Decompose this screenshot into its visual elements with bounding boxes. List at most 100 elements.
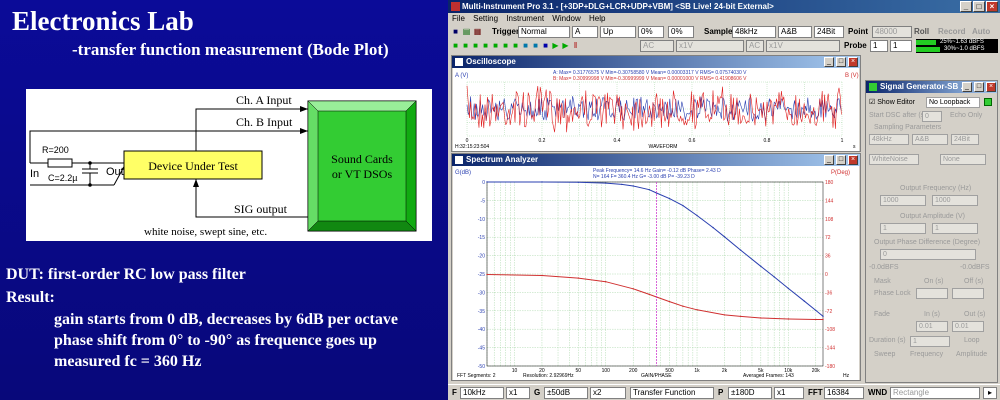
maximize-icon[interactable]: □ <box>973 1 985 12</box>
spec-maximize-icon[interactable]: □ <box>836 155 846 165</box>
mask-on-input[interactable] <box>916 288 948 299</box>
frequency-b-input[interactable]: 1000 <box>932 195 978 206</box>
auto-checkbox[interactable]: Auto <box>972 27 990 37</box>
coupling-b-select[interactable]: AC <box>746 40 764 52</box>
range-b-select[interactable]: x1V <box>766 40 840 52</box>
phase-range-select[interactable]: ±180D <box>728 387 772 399</box>
gen-maximize-icon[interactable]: □ <box>974 82 984 92</box>
trigger-level-input[interactable]: 0% <box>638 26 664 38</box>
settings-icon[interactable]: ▸ <box>983 387 997 399</box>
amplitude-b-input[interactable]: 1 <box>932 223 978 234</box>
open-icon[interactable]: ▤ <box>462 27 471 36</box>
step-icon[interactable]: ▶ <box>561 41 570 50</box>
fade-checkbox[interactable]: Fade <box>874 311 890 318</box>
roll-checkbox[interactable]: Roll <box>914 27 929 37</box>
phase-diff-input[interactable]: 0 <box>880 249 976 260</box>
gen-close-icon[interactable]: × <box>986 82 996 92</box>
gen-rate-select[interactable]: 48kHz <box>869 134 909 145</box>
level-bar-a <box>916 40 936 45</box>
mask-checkbox[interactable]: Mask <box>874 278 891 285</box>
single-icon[interactable]: ■ <box>461 41 470 50</box>
waveform-b-select[interactable]: None <box>940 154 986 165</box>
bits-select[interactable]: 24Bit <box>814 26 844 38</box>
sample-rate-select[interactable]: 48kHz <box>732 26 776 38</box>
start-dsc-input[interactable]: 0 <box>922 111 942 122</box>
spectrum-icon[interactable]: ■ <box>491 41 500 50</box>
menu-window[interactable]: Window <box>552 14 580 23</box>
phase-zoom-select[interactable]: x1 <box>774 387 804 399</box>
fade-in-input[interactable]: 0.01 <box>916 321 948 332</box>
freq-tick-label: 10 <box>512 368 518 374</box>
analysis-mode-select[interactable]: Transfer Function <box>630 387 714 399</box>
osc-close-icon[interactable]: × <box>848 57 858 67</box>
mask-off-input[interactable] <box>952 288 984 299</box>
gain-zoom-select[interactable]: x2 <box>590 387 626 399</box>
trigger-channel-select[interactable]: A <box>572 26 598 38</box>
loopback-select[interactable]: No Loopback <box>926 97 980 108</box>
pause-icon[interactable]: ‖ <box>571 41 580 50</box>
osc-time: H:32:15:23:504 <box>455 144 489 150</box>
coupling-a-select[interactable]: AC <box>640 40 674 52</box>
waveform-a-select[interactable]: WhiteNoise <box>869 154 919 165</box>
spec-minimize-icon[interactable]: _ <box>824 155 834 165</box>
soundcard-label-2: or VT DSOs <box>332 167 393 181</box>
scope-icon[interactable]: ■ <box>481 41 490 50</box>
range-a-select[interactable]: x1V <box>676 40 744 52</box>
duration-input[interactable]: 1 <box>910 336 950 347</box>
play-icon[interactable]: ▶ <box>551 41 560 50</box>
freq-range-select[interactable]: 10kHz <box>460 387 504 399</box>
gain-data-point <box>605 182 607 184</box>
trigger-edge-select[interactable]: Up <box>600 26 636 38</box>
menu-instrument[interactable]: Instrument <box>506 14 544 23</box>
osc-minimize-icon[interactable]: _ <box>824 57 834 67</box>
run-icon[interactable]: ■ <box>451 41 460 50</box>
lcr-icon[interactable]: ■ <box>541 41 550 50</box>
probe-b-select[interactable]: 1 <box>890 40 912 52</box>
resistor-label: R=200 <box>42 145 69 155</box>
meter-icon[interactable]: ■ <box>501 41 510 50</box>
minimize-icon[interactable]: _ <box>960 1 972 12</box>
fft-size-select[interactable]: 16384 <box>824 387 864 399</box>
osc-maximize-icon[interactable]: □ <box>836 57 846 67</box>
phase-lock-checkbox[interactable]: Phase Lock <box>874 290 911 297</box>
siggen-power-icon[interactable] <box>984 98 992 106</box>
frequency-a-input[interactable]: 1000 <box>880 195 926 206</box>
stop-icon[interactable]: ■ <box>471 41 480 50</box>
osc-xtick-0: 0 <box>466 138 469 144</box>
gen-channel-select[interactable]: A&B <box>912 134 948 145</box>
print-icon[interactable]: ▦ <box>473 27 482 36</box>
record-checkbox[interactable]: Record <box>938 27 966 37</box>
point-select[interactable]: 48000 <box>872 26 912 38</box>
gen-minimize-icon[interactable]: _ <box>962 82 972 92</box>
menu-setting[interactable]: Setting <box>473 14 498 23</box>
echo-only-checkbox[interactable]: Echo Only <box>950 112 982 119</box>
dso-icon[interactable]: ■ <box>531 41 540 50</box>
save-icon[interactable]: ■ <box>451 27 460 36</box>
sweep-amplitude-radio[interactable]: Amplitude <box>956 351 987 358</box>
trigger-delay-input[interactable]: 0% <box>668 26 694 38</box>
probe-a-select[interactable]: 1 <box>870 40 888 52</box>
lissajous-icon[interactable]: ■ <box>521 41 530 50</box>
window-function-select[interactable]: Rectangle <box>890 387 980 399</box>
generator-icon[interactable]: ■ <box>511 41 520 50</box>
menu-help[interactable]: Help <box>589 14 605 23</box>
spec-close-icon[interactable]: × <box>848 155 858 165</box>
loop-checkbox[interactable]: Loop <box>964 337 980 344</box>
phase-diff-label: Output Phase Difference (Degree) <box>874 239 981 246</box>
channel-select[interactable]: A&B <box>778 26 812 38</box>
capacitor-label: C=2.2µ <box>48 173 77 183</box>
app-title: Multi-Instrument Pro 3.1 - [+3DP+DLG+LCR… <box>462 2 774 11</box>
freq-zoom-select[interactable]: x1 <box>506 387 530 399</box>
sweep-frequency-radio[interactable]: Frequency <box>910 351 943 358</box>
menu-file[interactable]: File <box>452 14 465 23</box>
phase-tick-label: 72 <box>825 235 831 241</box>
freq-tick-label: 1k <box>694 368 700 374</box>
sweep-checkbox[interactable]: Sweep <box>874 351 895 358</box>
gain-range-select[interactable]: ±50dB <box>544 387 588 399</box>
close-icon[interactable]: × <box>986 1 998 12</box>
amplitude-a-input[interactable]: 1 <box>880 223 926 234</box>
trigger-mode-select[interactable]: Normal <box>518 26 570 38</box>
show-editor-checkbox[interactable]: ☑ Show Editor <box>869 98 915 106</box>
fade-out-input[interactable]: 0.01 <box>952 321 984 332</box>
gen-bits-select[interactable]: 24Bit <box>951 134 979 145</box>
